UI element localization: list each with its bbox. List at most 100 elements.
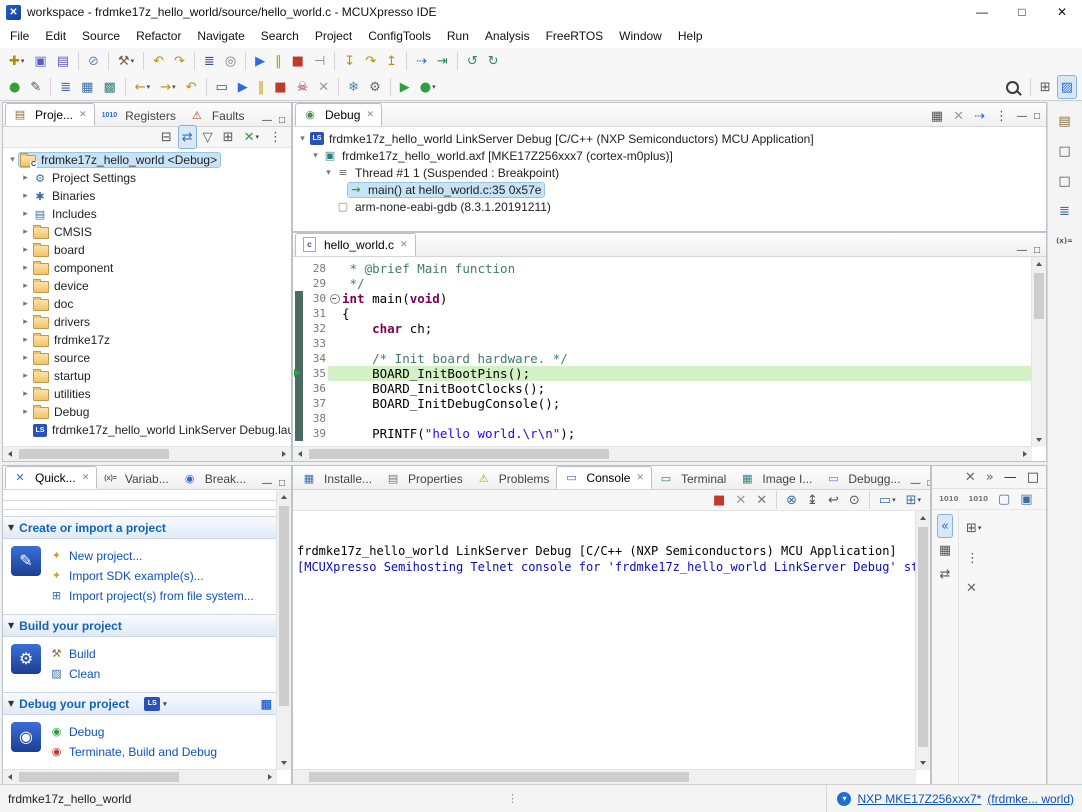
restore-outline-view-button[interactable]: ≣	[1055, 199, 1074, 223]
project-link[interactable]: (frdmke... world)	[987, 792, 1074, 806]
console-tab-debugg[interactable]: ▭Debugg...	[819, 468, 907, 489]
expand-arrow-icon[interactable]: ▸	[19, 317, 32, 327]
new-button[interactable]: ✚▾	[5, 49, 28, 73]
debug-view-layout-button[interactable]: ▦	[927, 106, 947, 126]
project-row-board[interactable]: ▸board	[3, 241, 291, 259]
scroll-left-button[interactable]	[3, 770, 17, 784]
edit-launch-config-button[interactable]: ✎	[26, 75, 45, 99]
project-row-drivers[interactable]: ▸drivers	[3, 313, 291, 331]
redo-button[interactable]: ↷	[170, 49, 189, 73]
brp-restore-button[interactable]: »	[982, 465, 998, 489]
expand-arrow-icon[interactable]: ▸	[19, 191, 32, 201]
open-perspective-button[interactable]: ⊞	[1036, 75, 1055, 99]
mcux-quick-actions-button[interactable]: ✕▾	[240, 125, 263, 149]
qs-link-terminate-build-and-debug[interactable]: ◉Terminate, Build and Debug	[50, 743, 217, 760]
run-to-line-button[interactable]: ⇥	[433, 49, 452, 73]
menu-configtools[interactable]: ConfigTools	[360, 26, 439, 46]
ls-dropdown-icon[interactable]: ▾	[163, 700, 167, 708]
menu-refactor[interactable]: Refactor	[128, 26, 189, 46]
remove-terminated-button[interactable]: ✕	[314, 75, 333, 99]
back-button[interactable]: ←▾	[131, 75, 154, 99]
connect-target-button[interactable]: ▶	[234, 75, 252, 99]
freeze-peripherals-button[interactable]: ❄	[344, 75, 363, 99]
qs-section-header-create-or-import-a-project[interactable]: ▼Create or import a project	[3, 516, 277, 539]
clear-console-button[interactable]: ⊗	[782, 488, 801, 512]
console-tab-properties[interactable]: ▤Properties	[379, 468, 470, 489]
expand-arrow-icon[interactable]: ▸	[19, 299, 32, 309]
collapse-arrow-icon[interactable]: ▾	[6, 155, 19, 165]
scroll-right-button[interactable]	[263, 770, 277, 784]
close-tab-icon[interactable]: ✕	[636, 472, 644, 483]
collapse-arrow-icon[interactable]: ▾	[309, 151, 322, 161]
debug-view-tab-debug[interactable]: ◉Debug✕	[295, 103, 382, 126]
scroll-up-button[interactable]	[916, 511, 930, 525]
collapse-all-button[interactable]: ⊟	[157, 125, 176, 149]
minimize-window-button[interactable]: —	[962, 0, 1002, 24]
memory-view-button[interactable]: ▦	[77, 75, 97, 99]
debug-view-menu-button[interactable]: ⋮	[991, 106, 1012, 126]
close-tab-icon[interactable]: ✕	[82, 472, 90, 483]
console-tab-terminal[interactable]: ▭Terminal	[652, 468, 733, 489]
menu-window[interactable]: Window	[611, 26, 670, 46]
expand-arrow-icon[interactable]: ▸	[19, 209, 32, 219]
restore-memory-view-button[interactable]: □	[1054, 139, 1074, 163]
instruction-stepping-button[interactable]: ⇢	[412, 49, 431, 73]
save-all-button[interactable]: ▤	[53, 49, 73, 73]
new-register-view-button[interactable]: ▢	[994, 487, 1014, 511]
open-console-button[interactable]: ⊞▾	[902, 488, 925, 512]
expand-arrow-icon[interactable]: ▸	[19, 227, 32, 237]
expand-arrow-icon[interactable]: ▸	[19, 353, 32, 363]
pane-grid-button[interactable]: ▦	[935, 538, 955, 562]
scrollbar-thumb[interactable]	[309, 772, 689, 782]
maximize-view-icon[interactable]: □	[1031, 245, 1043, 256]
debug-as-button[interactable]: ▶	[251, 49, 269, 73]
qs-link-import-project-s-from-file-system[interactable]: ⊞Import project(s) from file system...	[50, 587, 254, 604]
project-row-project-settings[interactable]: ▸⚙Project Settings	[3, 169, 291, 187]
maximize-window-button[interactable]: □	[1002, 0, 1042, 24]
menu-run[interactable]: Run	[439, 26, 477, 46]
menu-help[interactable]: Help	[670, 26, 711, 46]
scroll-right-button[interactable]	[277, 447, 291, 461]
menu-navigate[interactable]: Navigate	[189, 26, 252, 46]
pane-menu-button[interactable]: ⋮	[962, 546, 983, 570]
scrollbar-thumb[interactable]	[1034, 273, 1044, 319]
expand-arrow-icon[interactable]: ▸	[19, 389, 32, 399]
maximize-view-icon[interactable]: □	[1031, 111, 1043, 122]
save-button[interactable]: ▣	[30, 49, 50, 73]
restore-pane-button[interactable]: «	[937, 514, 953, 538]
project-row-frdmke17z[interactable]: ▸frdmke17z	[3, 331, 291, 349]
minimize-view-icon[interactable]: —	[259, 478, 275, 489]
project-explorer-tab-faults[interactable]: ⚠Faults	[183, 105, 252, 126]
device-link[interactable]: NXP MKE17Z256xxx7*	[857, 792, 981, 806]
step-over-button[interactable]: ↷	[361, 49, 380, 73]
scroll-left-button[interactable]	[293, 447, 307, 461]
suspend-button[interactable]: ‖	[271, 49, 286, 73]
project-row-doc[interactable]: ▸doc	[3, 295, 291, 313]
suspend-target-button[interactable]: ‖	[254, 75, 269, 99]
radix-hex-button[interactable]: 1010	[964, 487, 991, 511]
debug-app-button[interactable]: ●▾	[416, 75, 440, 99]
collapse-arrow-icon[interactable]: ▾	[296, 134, 309, 144]
minimize-view-icon[interactable]: —	[1014, 245, 1030, 256]
project-row-source[interactable]: ▸source	[3, 349, 291, 367]
brp-minimize-button[interactable]: —	[1000, 465, 1021, 489]
remove-all-launches-button[interactable]: ✕	[752, 488, 771, 512]
menu-file[interactable]: File	[2, 26, 37, 46]
debug-row-main-at-hello-world-c-35-0x57e[interactable]: →main() at hello_world.c:35 0x57e	[293, 181, 1046, 198]
restore-installed-sdks-button[interactable]: ▤	[1054, 109, 1074, 133]
menu-freertos[interactable]: FreeRTOS	[538, 26, 612, 46]
kill-target-button[interactable]: ☠	[293, 75, 313, 99]
pin-view-button[interactable]: ▣	[1016, 487, 1036, 511]
build-button[interactable]: ⚒▾	[114, 49, 138, 73]
scrollbar-thumb[interactable]	[19, 449, 169, 459]
remove-launch-button[interactable]: ✕	[731, 488, 750, 512]
debug-row-frdmke17z-hello-world-axf-mke17z256xxx7-[interactable]: ▾▣frdmke17z_hello_world.axf [MKE17Z256xx…	[293, 147, 1046, 164]
show-full-paths-button[interactable]: ⇢	[970, 106, 989, 126]
quickstart-tab-quick[interactable]: ✕Quick...✕	[5, 466, 97, 489]
mark-occurrences-button[interactable]: ◎	[221, 49, 240, 73]
project-row-includes[interactable]: ▸▤Includes	[3, 205, 291, 223]
preferences-button[interactable]: ⚙	[365, 75, 385, 99]
last-edit-location-button[interactable]: ↶	[182, 75, 201, 99]
terminal-view-button[interactable]: ▭	[212, 75, 232, 99]
restore-heap-view-button[interactable]: □	[1054, 169, 1074, 193]
